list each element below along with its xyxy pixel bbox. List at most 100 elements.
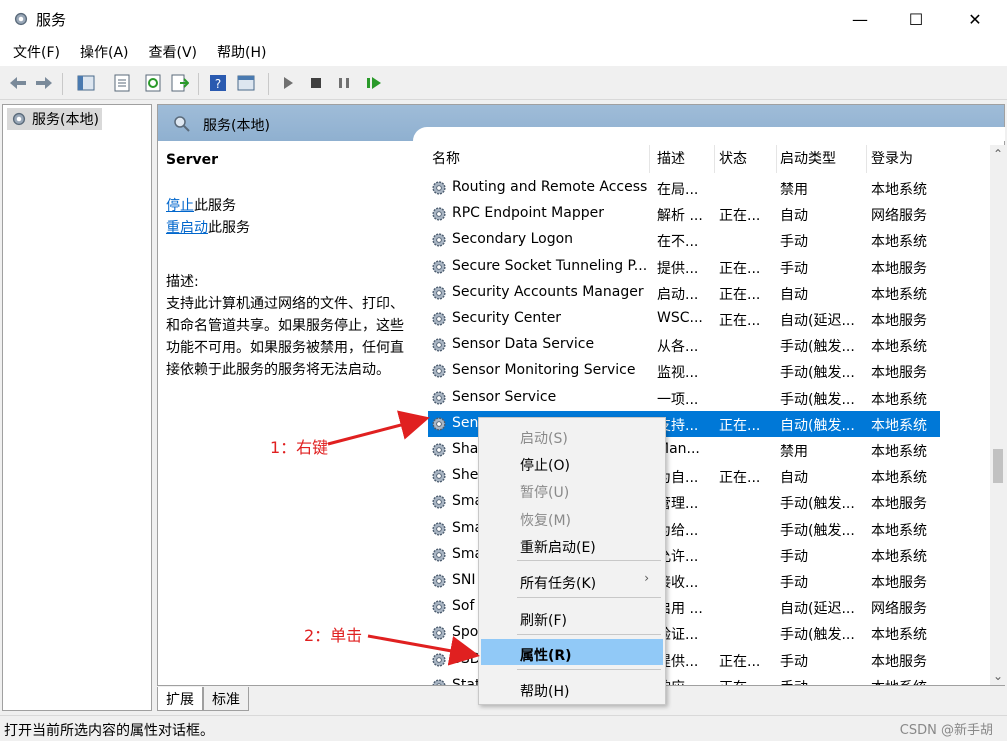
panel-header: 服务(本地) xyxy=(158,105,1005,141)
cell-startup-type: 禁用 xyxy=(780,182,808,198)
description-label: 描述: xyxy=(166,274,199,290)
stop-service-icon[interactable] xyxy=(306,73,326,93)
menu-item-all-tasks[interactable]: 所有任务(K) › xyxy=(481,567,663,593)
service-gear-icon xyxy=(430,677,448,685)
cell-logon-as: 本地系统 xyxy=(871,391,927,408)
table-row[interactable]: RPC Endpoint Mapper 解析 ... 正在... 自动 网络服务 xyxy=(428,201,940,227)
export-list-icon[interactable] xyxy=(170,73,190,93)
cell-startup-type: 手动 xyxy=(780,677,866,685)
tab-standard[interactable]: 标准 xyxy=(203,687,249,711)
properties-sheet-icon[interactable] xyxy=(112,73,132,93)
cell-logon-as: 本地系统 xyxy=(871,548,927,565)
cell-status: 正在... xyxy=(719,470,761,487)
table-row[interactable]: Security Center WSC... 正在... 自动(延迟... 本地服务 xyxy=(428,306,940,332)
restart-service-icon[interactable] xyxy=(364,73,384,93)
help-icon[interactable]: ? xyxy=(208,73,228,93)
maximize-button[interactable]: ☐ xyxy=(893,0,939,38)
menu-item-all-tasks-label: 所有任务(K) xyxy=(520,576,597,592)
table-row[interactable]: Security Accounts Manager 启动... 正在... 自动 本地系… xyxy=(428,280,940,306)
cell-startup-type: 手动(触发... xyxy=(780,496,855,513)
cell-startup-type: 手动 xyxy=(780,575,808,591)
service-gear-icon xyxy=(430,598,448,620)
cell-description: 从各... xyxy=(657,339,699,356)
tree-item-services-local[interactable]: 服务(本地) xyxy=(7,108,102,130)
table-row[interactable]: Sensor Service 一项... 手动(触发... 本地系统 xyxy=(428,385,940,411)
service-gear-icon xyxy=(430,651,448,673)
watermark: CSDN @新手胡 xyxy=(899,723,993,738)
cell-logon-as: 本地服务 xyxy=(871,653,927,670)
cell-name: Sensor Data Service xyxy=(452,336,595,353)
forward-arrow-icon[interactable] xyxy=(34,73,54,93)
menu-view[interactable]: 查看(V) xyxy=(142,38,205,66)
panel-title: 服务(本地) xyxy=(203,118,270,134)
cell-startup-type: 禁用 xyxy=(780,444,808,460)
service-gear-icon xyxy=(430,546,448,568)
cell-startup-type: 手动 xyxy=(780,653,808,670)
restart-link-suffix: 此服务 xyxy=(208,220,250,236)
cell-description: 在局... xyxy=(657,182,699,198)
services-gear-icon xyxy=(14,12,28,26)
menu-bar: 文件(F) 操作(A) 查看(V) 帮助(H) xyxy=(0,38,1007,66)
cell-logon-as: 本地服务 xyxy=(871,365,927,382)
cell-startup-type: 手动(触发... xyxy=(780,339,855,356)
scrollbar-thumb[interactable] xyxy=(993,449,1003,483)
cell-logon-as: 本地系统 xyxy=(871,286,927,303)
back-arrow-icon[interactable] xyxy=(8,73,28,93)
table-row[interactable]: Sensor Data Service 从各... 手动(触发... 本地系统 xyxy=(428,332,940,358)
menu-file[interactable]: 文件(F) xyxy=(6,38,67,66)
column-header-status[interactable]: 状态 xyxy=(715,145,777,173)
table-row[interactable]: Sensor Monitoring Service 监视... 手动(触发... 本地… xyxy=(428,358,940,384)
console-tree-icon[interactable] xyxy=(76,73,96,93)
start-service-icon[interactable] xyxy=(278,73,298,93)
tree-item-label: 服务(本地) xyxy=(32,112,99,128)
cell-description: 一项... xyxy=(657,391,699,408)
service-gear-icon xyxy=(430,441,448,463)
menu-item-help[interactable]: 帮助(H) xyxy=(481,675,663,701)
cell-name: Routing and Remote Access xyxy=(452,179,648,195)
cell-logon-as: 本地服务 xyxy=(871,496,927,513)
cell-logon-as: 本地系统 xyxy=(871,444,927,460)
cell-startup-type: 手动(触发... xyxy=(780,391,855,408)
table-row[interactable]: Secure Socket Tunneling P... 提供... 正在... 手动… xyxy=(428,254,940,280)
menu-item-resume: 恢复(M) xyxy=(520,513,572,529)
service-name: Server xyxy=(166,152,219,168)
menu-item-refresh[interactable]: 刷新(F) xyxy=(481,604,663,630)
menu-item-stop[interactable]: 停止(O) xyxy=(481,449,663,475)
status-bar: 打开当前所选内容的属性对话框。 CSDN @新手胡 xyxy=(0,715,1007,741)
service-gear-icon xyxy=(430,389,448,411)
submenu-arrow-icon: › xyxy=(644,571,649,585)
cell-startup-type: 手动(触发... xyxy=(780,522,855,539)
list-header: ^ 名称 描述 状态 启动类型 登录为 xyxy=(428,145,988,173)
menu-item-restart[interactable]: 重新启动(E) xyxy=(481,531,663,557)
cell-status: 正在... xyxy=(719,653,761,670)
tab-extended[interactable]: 扩展 xyxy=(157,687,203,711)
cell-description: 在不... xyxy=(657,234,699,251)
scroll-up-arrow-icon[interactable]: ⌃ xyxy=(993,147,1003,161)
column-header-name[interactable]: 名称 xyxy=(428,145,650,173)
stop-service-link[interactable]: 停止 xyxy=(166,198,194,214)
menu-item-properties[interactable]: 属性(R) xyxy=(481,639,663,665)
minimize-button[interactable]: — xyxy=(837,0,883,38)
cell-name: Secure Socket Tunneling P... xyxy=(452,257,648,274)
vertical-scrollbar[interactable]: ⌃ ⌄ xyxy=(990,145,1006,685)
scroll-down-arrow-icon[interactable]: ⌄ xyxy=(993,669,1003,683)
column-header-description[interactable]: 描述 xyxy=(653,145,715,173)
service-gear-icon xyxy=(430,310,448,332)
menu-help[interactable]: 帮助(H) xyxy=(210,38,273,66)
cell-name: Security Center xyxy=(452,310,562,326)
refresh-icon[interactable] xyxy=(143,73,163,93)
pause-service-icon[interactable] xyxy=(334,73,354,93)
column-header-logon-as[interactable]: 登录为 xyxy=(867,145,939,173)
show-pane-icon[interactable] xyxy=(236,73,256,93)
cell-logon-as: 本地系统 xyxy=(871,470,927,487)
column-header-startup-type[interactable]: 启动类型 xyxy=(776,145,867,173)
close-button[interactable]: ✕ xyxy=(952,0,998,38)
table-row[interactable]: Secondary Logon 在不... 手动 本地系统 xyxy=(428,227,940,253)
table-row[interactable]: Routing and Remote Access 在局... 禁用 本地系统 xyxy=(428,175,940,201)
cell-description: 启动... xyxy=(657,286,699,303)
cell-startup-type: 手动 xyxy=(780,234,808,251)
cell-status: 正在... xyxy=(719,208,761,225)
menu-action[interactable]: 操作(A) xyxy=(73,38,136,66)
cell-logon-as: 本地系统 xyxy=(871,417,927,434)
restart-service-link[interactable]: 重启动 xyxy=(166,220,208,236)
